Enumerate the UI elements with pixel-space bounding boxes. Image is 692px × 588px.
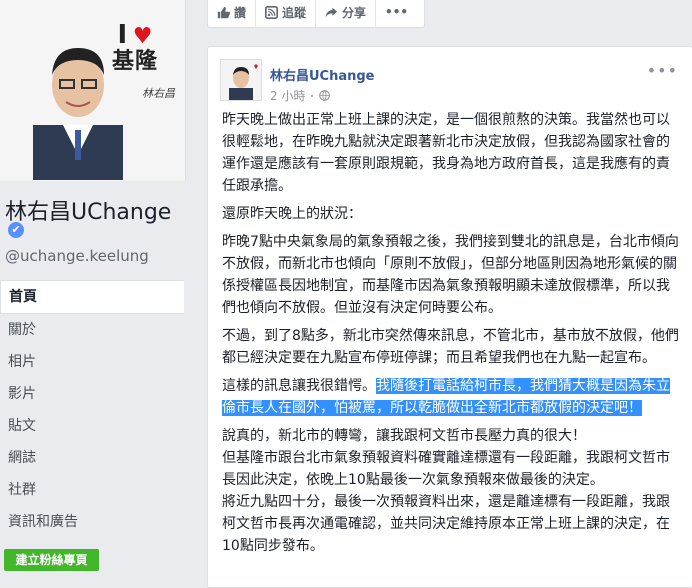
separator-dot xyxy=(311,94,314,97)
rss-follow-icon xyxy=(265,5,279,19)
post-text: 將近九點四十分，最後一次預報資料出來，還是離達標有一段距離，我跟柯文哲市長再次通… xyxy=(222,494,670,554)
follow-button[interactable]: 追蹤 xyxy=(256,0,317,27)
nav-item-info-ads[interactable]: 資訊和廣告 xyxy=(0,506,184,538)
nav-item-videos[interactable]: 影片 xyxy=(0,378,184,410)
love-keelung-logo: I ♥ 基隆 xyxy=(112,20,159,74)
verified-badge-icon: ✔ xyxy=(8,222,24,238)
post-paragraph: 這樣的訊息讓我很錯愕。我隨後打電話給柯市長，我們猜大概是因為朱立倫市長人在國外，… xyxy=(222,375,680,419)
post-meta: 2 小時 xyxy=(270,87,331,104)
post-paragraph: 還原昨天晚上的狀況： xyxy=(222,206,362,222)
nav-item-photos[interactable]: 相片 xyxy=(0,346,184,378)
heart-icon: ♥ xyxy=(132,24,153,49)
post-paragraph: 昨天晚上做出正常上班上課的決定，是一個很煎熬的決策。我當然也可以很輕鬆地，在昨晚… xyxy=(222,112,670,194)
signature: 林右昌 xyxy=(142,87,175,100)
post-card: 林右昌UChange 2 小時 ••• 昨天晚上做出正常上班上課的決定，是一個很… xyxy=(207,46,692,588)
nav-item-posts[interactable]: 貼文 xyxy=(0,410,184,442)
nav-item-home[interactable]: 首頁 xyxy=(0,280,184,314)
page-action-bar: 讚 追蹤 分享 ••• xyxy=(207,0,425,28)
nav-item-community[interactable]: 社群 xyxy=(0,474,184,506)
page-handle[interactable]: @uchange.keelung xyxy=(5,247,149,265)
share-button[interactable]: 分享 xyxy=(316,0,377,27)
nav-item-about[interactable]: 關於 xyxy=(0,314,184,346)
globe-icon xyxy=(319,90,331,101)
post-timestamp[interactable]: 2 小時 xyxy=(270,87,305,104)
like-button[interactable]: 讚 xyxy=(208,0,257,27)
post-body: 昨天晚上做出正常上班上課的決定，是一個很煎熬的決策。我當然也可以很輕鬆地，在昨晚… xyxy=(222,109,680,557)
post-options-button[interactable]: ••• xyxy=(647,61,678,80)
more-actions-button[interactable]: ••• xyxy=(376,0,417,27)
post-author-link[interactable]: 林右昌UChange xyxy=(270,65,375,84)
author-avatar[interactable] xyxy=(220,59,262,101)
post-paragraph: 說真的，新北市的轉彎，讓我跟柯文哲市長壓力真的很大！ 但基隆市跟台北市氣象預報資料… xyxy=(222,425,680,557)
author-avatar-image xyxy=(221,60,261,100)
create-page-button[interactable]: 建立粉絲專頁 xyxy=(4,549,99,571)
post-paragraph: 昨晚7點中央氣象局的氣象預報之後，我們接到雙北的訊息是，台北市傾向不放假，而新北… xyxy=(222,234,679,316)
page-nav: 首頁 關於 相片 影片 貼文 網誌 社群 資訊和廣告 xyxy=(0,280,184,538)
share-arrow-icon xyxy=(325,7,338,17)
post-text: 這樣的訊息讓我很錯愕。 xyxy=(222,378,376,394)
cover-photo[interactable]: I ♥ 基隆 林右昌 xyxy=(0,0,186,181)
nav-item-notes[interactable]: 網誌 xyxy=(0,442,184,474)
post-paragraph: 不過，到了8點多，新北市突然傳來訊息，不管北市，基市放不放假，他們都已經決定要在… xyxy=(222,328,679,366)
post-text: 說真的，新北市的轉彎，讓我跟柯文哲市長壓力真的很大！ xyxy=(222,428,586,444)
thumbs-up-icon xyxy=(217,6,230,18)
page-name: 林右昌UChange xyxy=(5,200,172,225)
post-text: 但基隆市跟台北市氣象預報資料確實離達標還有一段距離，我跟柯文哲市長因此決定，依晚… xyxy=(222,450,670,488)
